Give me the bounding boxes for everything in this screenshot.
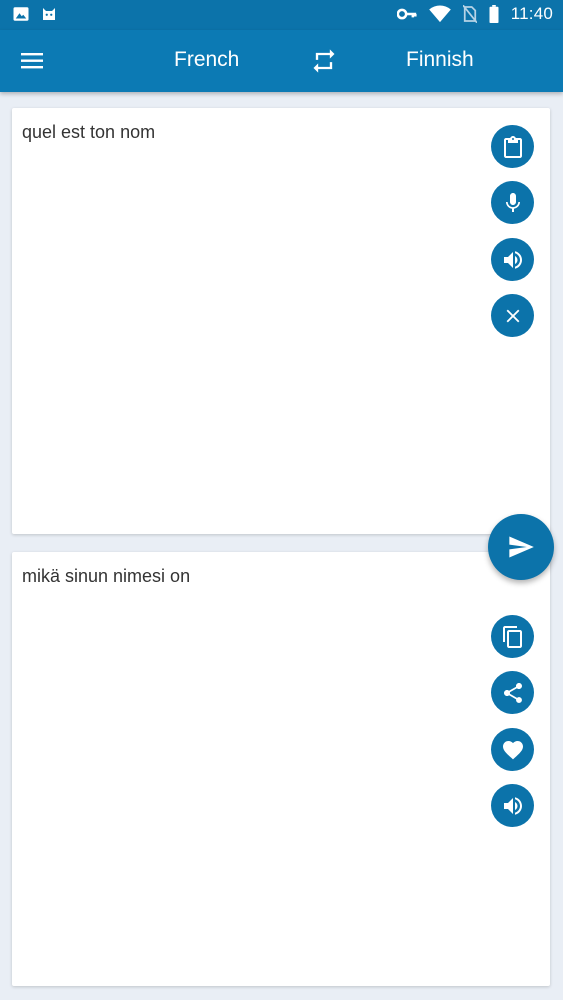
translate-button[interactable]	[488, 514, 554, 580]
menu-button[interactable]	[20, 50, 46, 72]
source-language-selector[interactable]: French	[174, 48, 239, 72]
swap-icon	[313, 49, 335, 73]
translation-card: mikä sinun nimesi on	[12, 552, 550, 986]
translation-text: mikä sinun nimesi on	[22, 566, 191, 586]
swap-languages-button[interactable]	[310, 47, 338, 75]
status-bar: 11:40	[0, 0, 563, 30]
mic-icon	[505, 192, 520, 212]
share-icon	[503, 682, 522, 703]
key-icon	[396, 8, 417, 20]
battery-icon	[489, 5, 499, 23]
app-toolbar: French Finnish	[0, 30, 563, 92]
heart-icon	[502, 740, 523, 759]
source-text-card: quel est ton nom	[12, 108, 550, 534]
status-left-icons	[12, 5, 58, 23]
source-text-input[interactable]: quel est ton nom	[22, 122, 462, 143]
status-time: 11:40	[510, 4, 553, 23]
clear-text-button[interactable]	[491, 294, 534, 337]
voice-input-button[interactable]	[491, 181, 534, 224]
image-icon	[13, 7, 29, 21]
clipboard-icon	[503, 135, 522, 158]
close-icon	[506, 309, 519, 322]
wifi-icon	[428, 5, 451, 23]
target-language-selector[interactable]: Finnish	[406, 48, 474, 72]
favorite-button[interactable]	[491, 728, 534, 771]
speaker-icon	[503, 796, 522, 815]
share-button[interactable]	[491, 671, 534, 714]
no-sim-icon	[462, 5, 477, 23]
speaker-icon	[503, 250, 522, 269]
menu-icon	[21, 53, 43, 69]
cat-icon	[43, 8, 55, 20]
paste-button[interactable]	[491, 125, 534, 168]
status-right-icons: 11:40	[396, 4, 553, 24]
copy-icon	[502, 625, 522, 648]
send-icon	[509, 536, 534, 558]
source-speak-button[interactable]	[491, 238, 534, 281]
copy-button[interactable]	[491, 615, 534, 658]
translation-speak-button[interactable]	[491, 784, 534, 827]
